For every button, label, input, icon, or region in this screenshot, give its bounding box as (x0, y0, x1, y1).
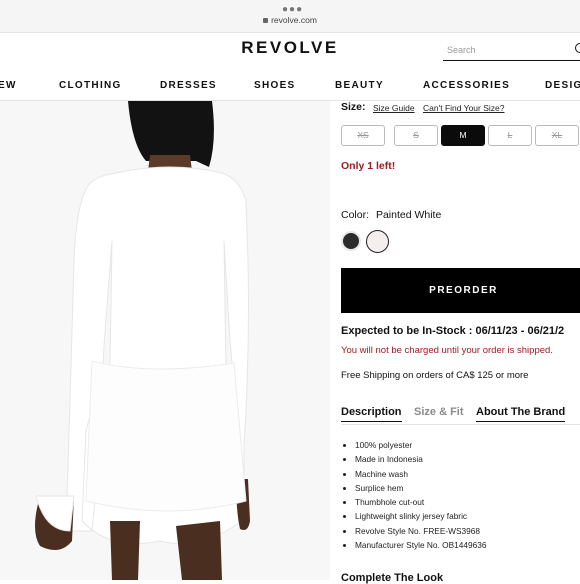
nav-item-accessories[interactable]: ACCESSORIES (423, 80, 510, 91)
model-photo (0, 101, 330, 580)
tab-about-brand[interactable]: About The Brand (476, 406, 566, 422)
size-option-m[interactable]: M (441, 125, 485, 146)
list-item: Made in Indonesia (355, 452, 486, 466)
expected-instock: Expected to be In-Stock : 06/11/23 - 06/… (341, 325, 565, 337)
color-swatch-painted-white[interactable] (366, 230, 389, 253)
not-charged-note: You will not be charged until your order… (341, 345, 553, 356)
search-placeholder: Search (447, 45, 476, 55)
color-label: Color: Painted White (341, 209, 441, 221)
shipping-note: Free Shipping on orders of CA$ 125 or mo… (341, 370, 529, 381)
url-text: revolve.com (271, 15, 317, 25)
list-item: Manufacturer Style No. OB1449636 (355, 538, 486, 552)
product-image[interactable] (0, 101, 330, 580)
list-item: Revolve Style No. FREE-WS3968 (355, 524, 486, 538)
color-value: Painted White (375, 209, 442, 221)
list-item: Surplice hem (355, 481, 486, 495)
lock-icon (263, 18, 269, 23)
size-option-l[interactable]: L (488, 125, 532, 146)
more-dots-icon[interactable]: ●●● (282, 4, 303, 15)
search-icon[interactable] (575, 43, 580, 53)
list-item: Thumbhole cut-out (355, 495, 486, 509)
nav-item-new[interactable]: EW (0, 80, 17, 91)
complete-the-look-heading: Complete The Look (341, 572, 444, 584)
list-item: 100% polyester (355, 438, 486, 452)
size-label: Size: (341, 101, 366, 113)
nav-item-beauty[interactable]: BEAUTY (335, 80, 384, 91)
stock-warning: Only 1 left! (341, 160, 396, 172)
tab-size-fit[interactable]: Size & Fit (414, 406, 464, 421)
address-bar[interactable]: revolve.com (0, 15, 580, 25)
tabs-divider (341, 424, 580, 425)
product-details-list: 100% polyester Made in Indonesia Machine… (341, 438, 486, 552)
preorder-label: PREORDER (429, 285, 498, 296)
size-option-xs[interactable]: XS (341, 125, 385, 146)
list-item: Machine wash (355, 467, 486, 481)
size-option-s[interactable]: S (394, 125, 438, 146)
nav-item-designers[interactable]: DESIG (545, 80, 580, 91)
color-label-text: Color: (341, 209, 370, 221)
color-swatch-black[interactable] (341, 231, 361, 251)
nav-item-clothing[interactable]: CLOTHING (59, 80, 122, 91)
cant-find-size-link[interactable]: Can't Find Your Size? (423, 103, 504, 113)
nav-item-dresses[interactable]: DRESSES (160, 80, 217, 91)
size-option-xl[interactable]: XL (535, 125, 579, 146)
tab-description[interactable]: Description (341, 406, 402, 422)
nav-item-shoes[interactable]: SHOES (254, 80, 296, 91)
list-item: Lightweight slinky jersey fabric (355, 509, 486, 523)
size-guide-link[interactable]: Size Guide (373, 103, 415, 113)
preorder-button[interactable]: PREORDER (341, 268, 580, 313)
